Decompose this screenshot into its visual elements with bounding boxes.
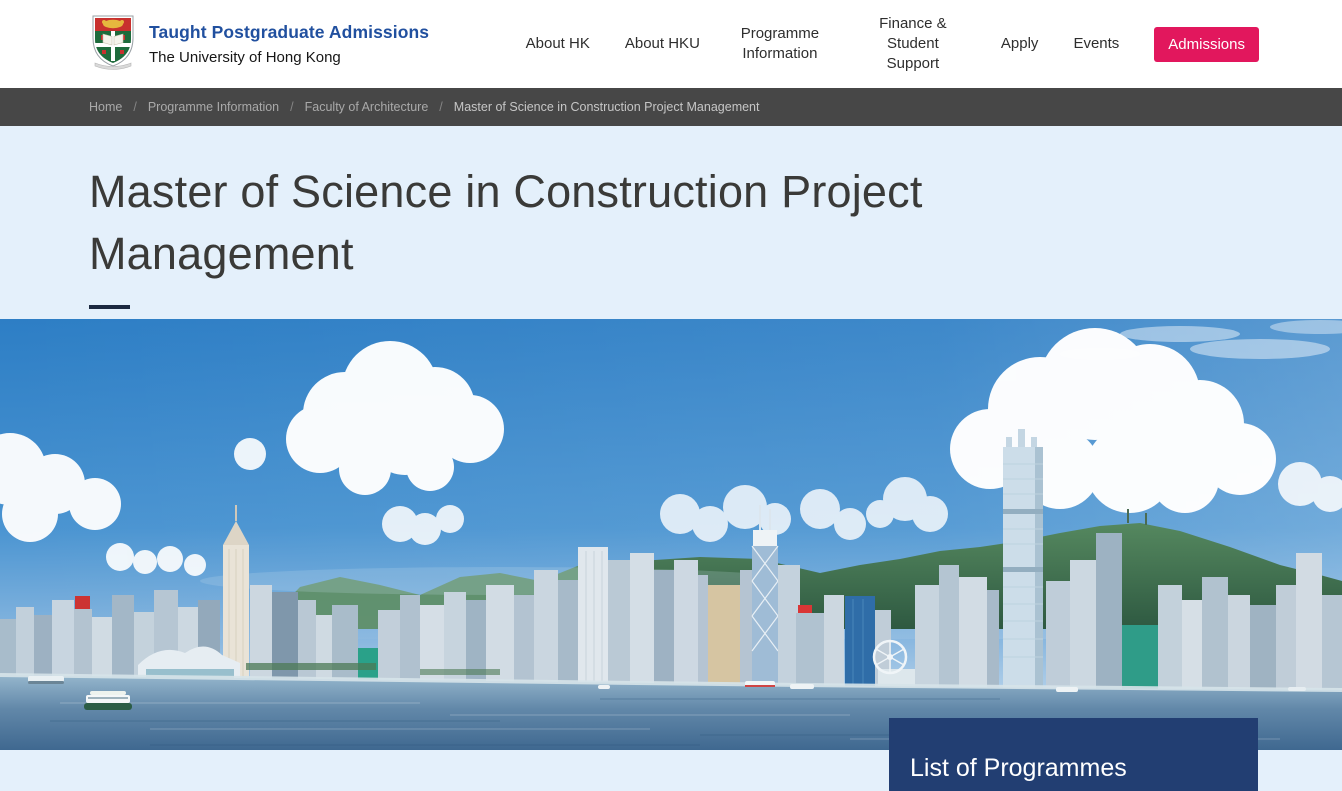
- page: Taught Postgraduate Admissions The Unive…: [0, 0, 1342, 791]
- title-underline: [89, 305, 130, 309]
- breadcrumb: Home / Programme Information / Faculty o…: [0, 88, 1342, 126]
- nav-item-about-hk[interactable]: About HK: [526, 34, 590, 54]
- hero-image-hk-skyline: [0, 319, 1342, 750]
- admissions-button[interactable]: Admissions: [1154, 27, 1259, 62]
- nav-item-about-hku[interactable]: About HKU: [625, 34, 700, 54]
- site-logo-home-link[interactable]: Taught Postgraduate Admissions The Unive…: [90, 14, 429, 75]
- nav-item-programme-information[interactable]: Programme Information: [735, 24, 825, 65]
- main-nav: About HK About HKU Programme Information…: [526, 14, 1259, 75]
- breadcrumb-home[interactable]: Home: [89, 100, 122, 114]
- nav-item-events[interactable]: Events: [1073, 34, 1119, 54]
- list-of-programmes-title: List of Programmes: [910, 754, 1127, 782]
- list-of-programmes-box[interactable]: List of Programmes: [889, 718, 1258, 791]
- hku-crest-icon: [90, 14, 136, 75]
- nav-item-finance-student-support[interactable]: Finance & Student Support: [860, 14, 966, 75]
- site-title: Taught Postgraduate Admissions: [149, 22, 429, 43]
- breadcrumb-programme-information[interactable]: Programme Information: [148, 100, 279, 114]
- title-band: Master of Science in Construction Projec…: [0, 126, 1342, 319]
- breadcrumb-faculty-of-architecture[interactable]: Faculty of Architecture: [305, 100, 429, 114]
- brand-text: Taught Postgraduate Admissions The Unive…: [149, 22, 429, 66]
- nav-item-apply[interactable]: Apply: [1001, 34, 1039, 54]
- page-title: Master of Science in Construction Projec…: [89, 126, 1099, 285]
- breadcrumb-separator: /: [133, 100, 136, 114]
- site-subtitle: The University of Hong Kong: [149, 49, 429, 66]
- site-header: Taught Postgraduate Admissions The Unive…: [0, 0, 1342, 88]
- breadcrumb-separator: /: [290, 100, 293, 114]
- breadcrumb-current-page: Master of Science in Construction Projec…: [454, 100, 760, 114]
- breadcrumb-separator: /: [439, 100, 442, 114]
